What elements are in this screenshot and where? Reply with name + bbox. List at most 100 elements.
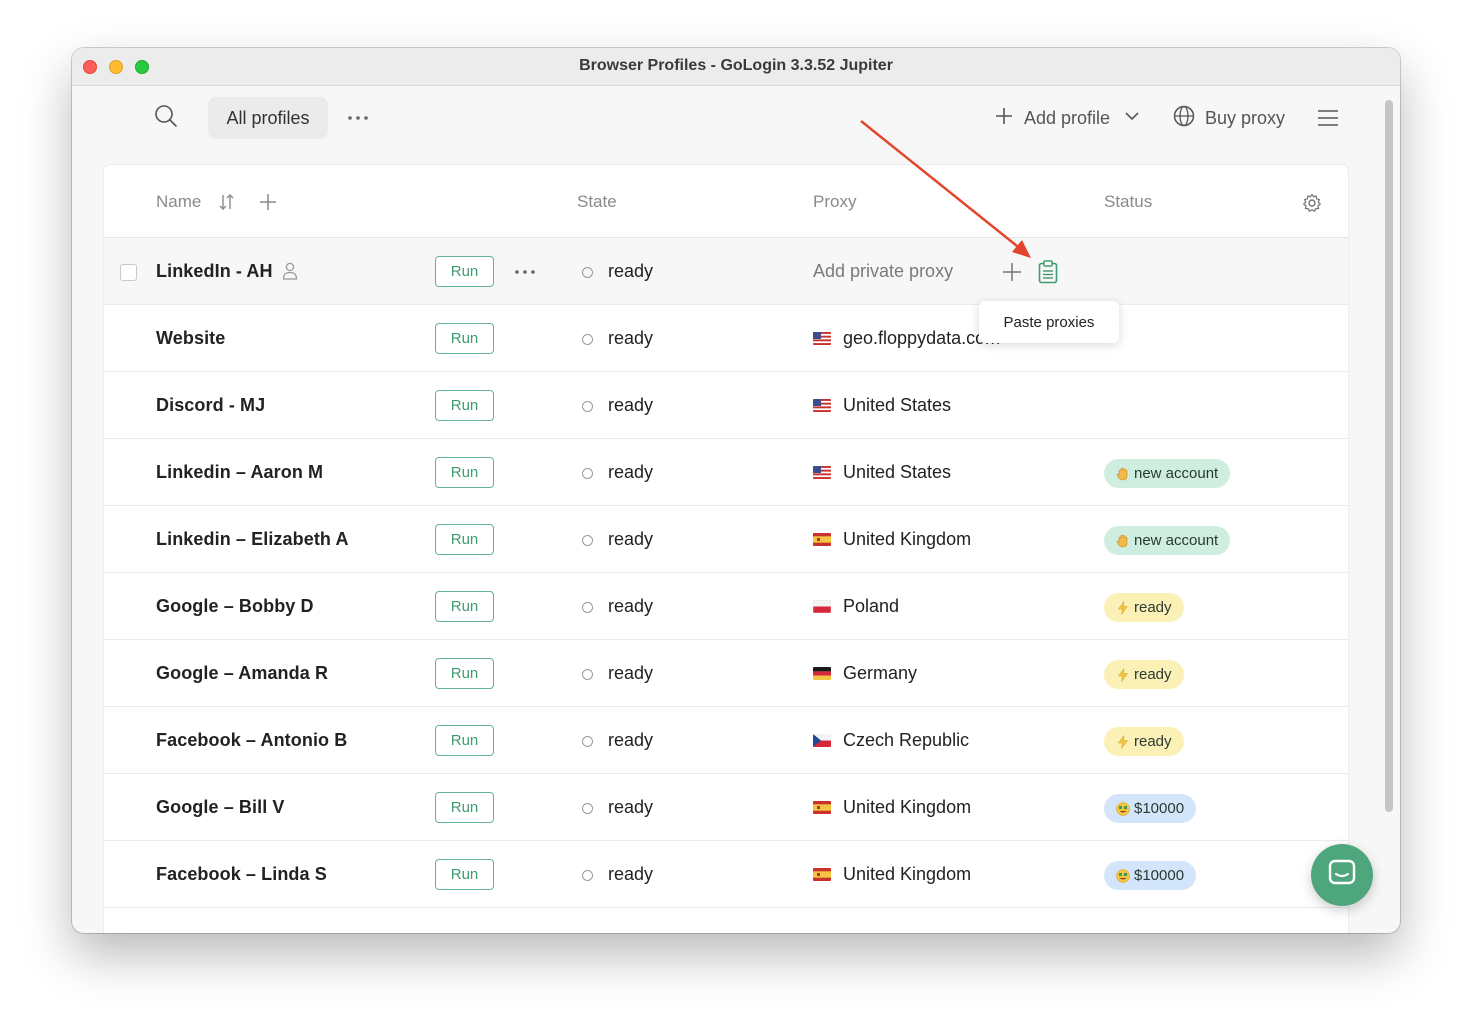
proxy-text[interactable]: United States — [843, 462, 951, 483]
settings-gear-icon[interactable] — [1302, 193, 1322, 213]
profiles-table: Name State Proxy Status LinkedIn - AH Ru… — [104, 165, 1348, 933]
profile-name[interactable]: Linkedin – Elizabeth A — [156, 529, 349, 550]
proxy-text[interactable]: Germany — [843, 663, 917, 684]
profile-name[interactable]: LinkedIn - AH — [156, 261, 273, 282]
paste-proxies-clipboard-icon[interactable] — [1038, 260, 1058, 284]
run-button[interactable]: Run — [435, 658, 494, 689]
vertical-scrollbar[interactable] — [1385, 100, 1393, 812]
chevron-down-icon[interactable] — [1124, 108, 1140, 129]
state-text: ready — [608, 261, 654, 281]
status-badge[interactable]: $10000 — [1104, 861, 1197, 890]
run-button[interactable]: Run — [435, 792, 494, 823]
title-bar: Browser Profiles - GoLogin 3.3.52 Jupite… — [72, 48, 1400, 86]
state-text: ready — [608, 663, 654, 683]
table-row[interactable]: Facebook – Linda S Run ready United King… — [104, 841, 1348, 908]
more-options-icon[interactable] — [346, 106, 370, 130]
profile-name[interactable]: Google – Bill V — [156, 797, 285, 818]
add-profile-button[interactable]: Add profile — [994, 102, 1140, 134]
row-checkbox[interactable] — [120, 264, 137, 281]
state-circle-icon — [582, 602, 593, 613]
run-button[interactable]: Run — [435, 524, 494, 555]
paste-proxies-tooltip: Paste proxies — [979, 301, 1119, 343]
state-circle-icon — [582, 803, 593, 814]
search-icon[interactable] — [154, 104, 178, 128]
all-profiles-tab[interactable]: All profiles — [208, 97, 328, 139]
row-more-icon[interactable] — [514, 262, 536, 282]
proxy-text[interactable]: United Kingdom — [843, 529, 971, 550]
status-badge[interactable]: new account — [1104, 526, 1231, 555]
cz-flag-icon — [813, 734, 831, 747]
hand-icon — [1116, 467, 1130, 481]
app-window: Browser Profiles - GoLogin 3.3.52 Jupite… — [72, 48, 1400, 933]
column-state[interactable]: State — [577, 192, 617, 212]
status-text: $10000 — [1134, 867, 1185, 884]
proxy-text[interactable]: Czech Republic — [843, 730, 969, 751]
state-circle-icon — [582, 267, 593, 278]
state-circle-icon — [582, 736, 593, 747]
status-badge[interactable]: ready — [1104, 660, 1184, 689]
lightning-icon — [1116, 667, 1130, 682]
run-button[interactable]: Run — [435, 725, 494, 756]
profile-name[interactable]: Facebook – Antonio B — [156, 730, 347, 751]
run-button[interactable]: Run — [435, 256, 494, 287]
column-status[interactable]: Status — [1104, 192, 1152, 212]
status-badge[interactable]: $10000 — [1104, 794, 1197, 823]
run-button[interactable]: Run — [435, 859, 494, 890]
add-profile-label: Add profile — [1024, 107, 1111, 128]
person-icon — [282, 262, 298, 280]
status-text: $10000 — [1134, 800, 1185, 817]
run-button[interactable]: Run — [435, 390, 494, 421]
state-text: ready — [608, 462, 654, 482]
status-badge[interactable]: ready — [1104, 593, 1184, 622]
add-column-plus-icon[interactable] — [258, 192, 278, 212]
plus-icon — [994, 106, 1014, 131]
proxy-text[interactable]: Poland — [843, 596, 899, 617]
status-badge[interactable]: ready — [1104, 727, 1184, 756]
status-text: ready — [1134, 733, 1172, 750]
sort-icon[interactable] — [217, 192, 237, 212]
profile-name[interactable]: Linkedin – Aaron M — [156, 462, 323, 483]
table-row[interactable] — [104, 908, 1348, 933]
run-button[interactable]: Run — [435, 323, 494, 354]
profile-name[interactable]: Google – Amanda R — [156, 663, 328, 684]
state-circle-icon — [582, 401, 593, 412]
profile-name[interactable]: Google – Bobby D — [156, 596, 314, 617]
hand-icon — [1116, 534, 1130, 548]
chat-icon — [1327, 858, 1357, 893]
table-row[interactable]: Google – Bobby D Run ready Poland ready — [104, 573, 1348, 640]
table-row[interactable]: Google – Amanda R Run ready Germany read… — [104, 640, 1348, 707]
table-row[interactable]: Website Run ready geo.floppydata.com — [104, 305, 1348, 372]
proxy-text[interactable]: United States — [843, 395, 951, 416]
run-button[interactable]: Run — [435, 591, 494, 622]
table-header: Name State Proxy Status — [104, 165, 1348, 238]
profile-name[interactable]: Website — [156, 328, 225, 349]
state-text: ready — [608, 797, 654, 817]
column-proxy[interactable]: Proxy — [813, 192, 856, 212]
state-text: ready — [608, 328, 654, 348]
table-row[interactable]: Facebook – Antonio B Run ready Czech Rep… — [104, 707, 1348, 774]
table-row[interactable]: Linkedin – Aaron M Run ready United Stat… — [104, 439, 1348, 506]
run-button[interactable]: Run — [435, 457, 494, 488]
status-badge[interactable]: new account — [1104, 459, 1231, 488]
pl-flag-icon — [813, 600, 831, 613]
de-flag-icon — [813, 667, 831, 680]
hamburger-menu-icon[interactable] — [1316, 106, 1340, 130]
state-circle-icon — [582, 468, 593, 479]
chat-support-button[interactable] — [1311, 844, 1373, 906]
add-private-proxy-link[interactable]: Add private proxy — [813, 261, 953, 282]
window-title: Browser Profiles - GoLogin 3.3.52 Jupite… — [579, 57, 893, 74]
table-row[interactable]: LinkedIn - AH Run ready Add private prox… — [104, 238, 1348, 305]
table-row[interactable]: Google – Bill V Run ready United Kingdom… — [104, 774, 1348, 841]
table-row[interactable]: Discord - MJ Run ready United States — [104, 372, 1348, 439]
profile-name[interactable]: Discord - MJ — [156, 395, 265, 416]
es-flag-icon — [813, 801, 831, 814]
profile-name[interactable]: Facebook – Linda S — [156, 864, 327, 885]
add-proxy-plus-icon[interactable] — [1002, 262, 1022, 282]
proxy-text[interactable]: United Kingdom — [843, 864, 971, 885]
buy-proxy-button[interactable]: Buy proxy — [1173, 102, 1285, 134]
status-text: ready — [1134, 599, 1172, 616]
column-name[interactable]: Name — [156, 192, 201, 212]
table-row[interactable]: Linkedin – Elizabeth A Run ready United … — [104, 506, 1348, 573]
proxy-text[interactable]: geo.floppydata.com — [843, 328, 1000, 349]
proxy-text[interactable]: United Kingdom — [843, 797, 971, 818]
